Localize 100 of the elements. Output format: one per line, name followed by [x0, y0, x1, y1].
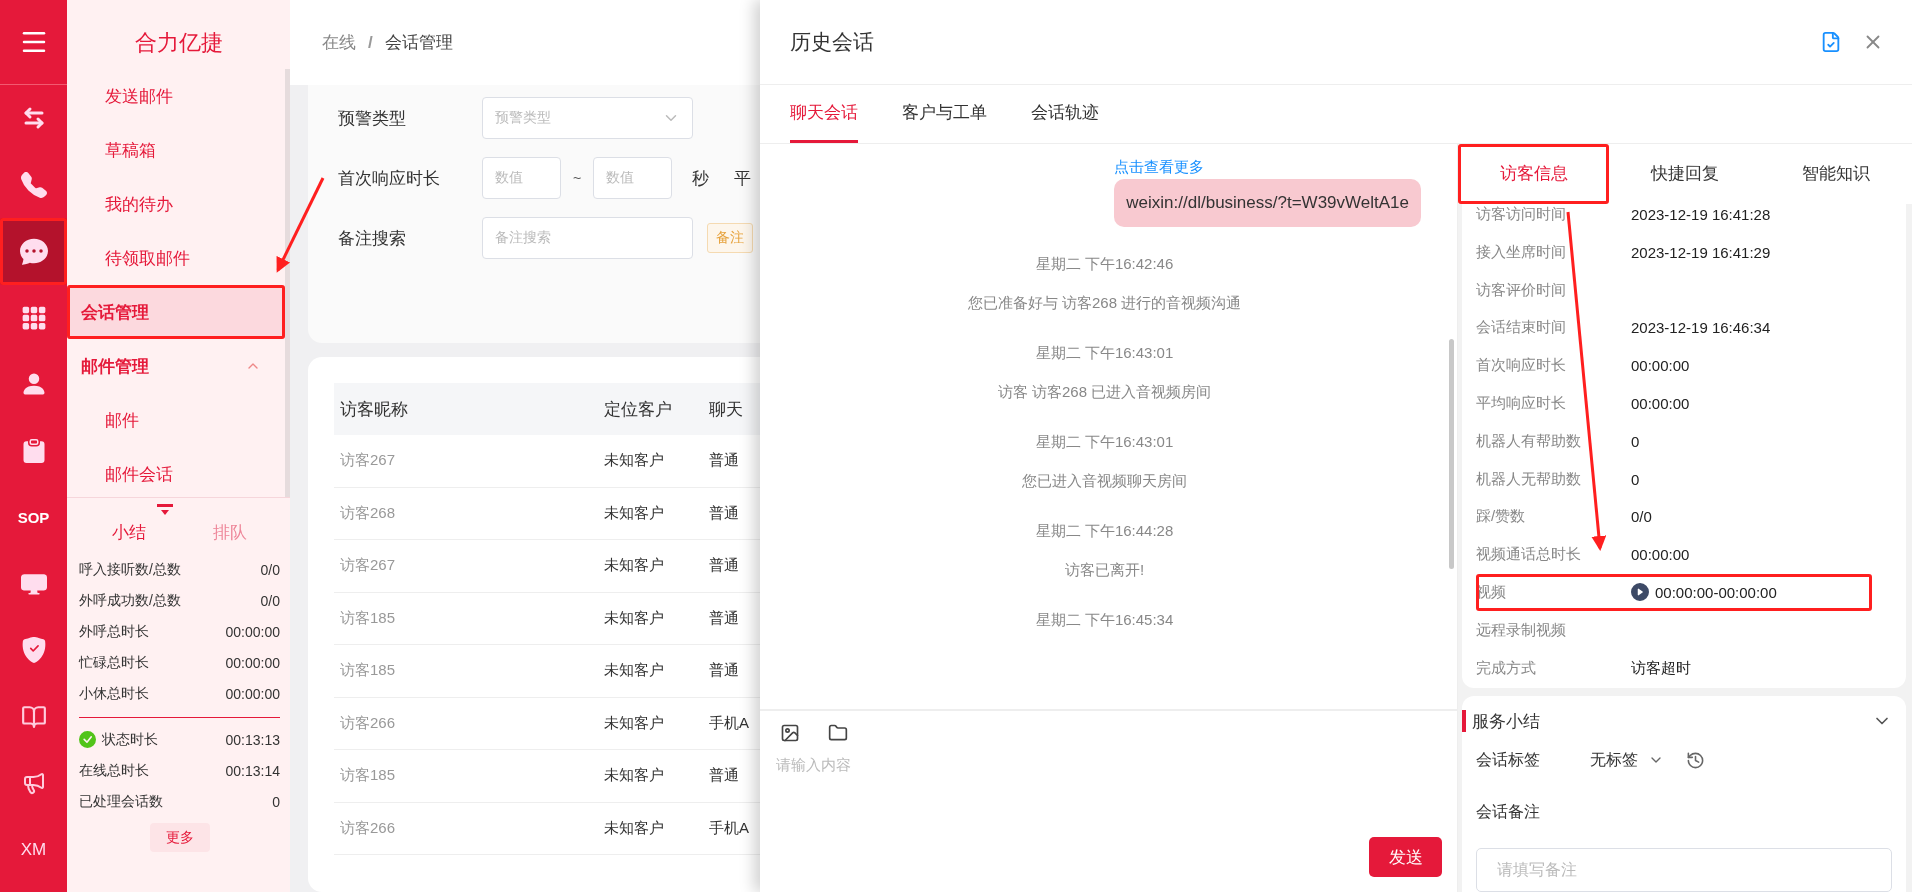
info-label: 平均响应时长 — [1476, 393, 1567, 413]
table-cell-text: 访客267 — [339, 451, 397, 471]
info-label: 访客评价时间 — [1476, 280, 1567, 300]
stat-value: 00:00:00 — [225, 654, 280, 671]
info-label: 踩/赞数 — [1476, 507, 1527, 527]
stat-label: 忙碌总时长 — [79, 653, 149, 672]
scrollbar-thumb[interactable] — [1449, 339, 1454, 569]
section-title: 服务小结 — [1472, 710, 1540, 733]
tab[interactable]: 快捷回复 — [1609, 144, 1761, 204]
menu-item[interactable]: 邮件管理 — [67, 339, 285, 393]
stat-label: 在线总时长 — [79, 761, 150, 780]
stat-label: 小休总时长 — [79, 684, 149, 703]
table-cell-text: 访客185 — [339, 661, 397, 681]
column-header: 聊天 — [709, 398, 743, 421]
info-label: 访客访问时间 — [1476, 204, 1567, 224]
tab[interactable]: 访客信息 — [1458, 144, 1610, 204]
rail-item[interactable]: XM — [0, 816, 67, 883]
table-cell-text: 未知客户 — [604, 661, 665, 681]
table-cell-text: 未知客户 — [604, 766, 665, 786]
table-cell-text: 未知客户 — [604, 556, 665, 576]
info-value: 0 — [1631, 432, 1640, 450]
table-cell-text: 未知客户 — [604, 713, 665, 733]
more-button[interactable]: 更多 — [149, 823, 210, 852]
table-cell: 普通 — [709, 766, 739, 786]
info-value: 00:00:00 — [1631, 394, 1690, 412]
tab[interactable]: 客户与工单 — [902, 85, 987, 143]
clipboard-icon — [21, 438, 46, 463]
play-icon[interactable] — [1631, 583, 1649, 602]
info-value: 2023-12-19 16:41:28 — [1631, 205, 1771, 223]
column-header: 访客昵称 — [339, 398, 409, 421]
breadcrumb-link[interactable]: 在线 — [322, 31, 356, 54]
stat-value: 0 — [272, 793, 280, 810]
info-label: 远程录制视频 — [1476, 620, 1567, 640]
stat-label: 呼入接听数/总数 — [79, 560, 181, 579]
menu-item[interactable]: 邮件 — [67, 393, 285, 447]
column-header: 定位客户 — [604, 398, 673, 421]
send-button[interactable]: 发送 — [1369, 837, 1442, 877]
breadcrumb-current: 会话管理 — [384, 32, 453, 54]
breadcrumb-separator: / — [368, 32, 373, 53]
range-separator: ~ — [573, 170, 582, 186]
history-icon[interactable] — [1686, 750, 1705, 770]
tag: 备注 — [707, 223, 753, 253]
summary-tab[interactable]: 小结 — [112, 520, 147, 544]
message-time: 星期二 下午16:43:01 — [1035, 433, 1174, 452]
stat-value: 0/0 — [260, 561, 280, 578]
load-more-link[interactable]: 点击查看更多 — [1114, 158, 1205, 177]
table-cell-text: 访客266 — [339, 818, 397, 838]
megaphone-icon — [21, 771, 46, 796]
table-cell-text: 未知客户 — [604, 503, 665, 523]
info-value: 00:00:00 — [1631, 546, 1690, 564]
table-cell: 手机A — [709, 713, 749, 733]
system-message: 您已进入音视频聊天房间 — [1022, 472, 1187, 491]
table-cell-text: 访客185 — [339, 608, 397, 628]
table-cell: 普通 — [709, 556, 739, 576]
info-value: 访客超时 — [1631, 658, 1691, 678]
menu-item[interactable]: 发送邮件 — [67, 69, 285, 123]
rail-item[interactable] — [0, 218, 67, 285]
filter-label: 平 — [734, 167, 752, 190]
table-cell-text: 访客266 — [339, 713, 397, 733]
stat-label: 已处理会话数 — [79, 792, 164, 811]
tab[interactable]: 智能知识 — [1760, 144, 1912, 204]
field-label: 会话标签 — [1476, 749, 1541, 770]
menu-item[interactable]: 会话管理 — [67, 285, 285, 339]
stat-label: 外呼成功数/总数 — [79, 591, 181, 610]
stat-value: 00:13:14 — [225, 762, 280, 779]
shield-icon — [20, 637, 47, 664]
table-cell-text: 访客268 — [339, 503, 397, 523]
field-label: 会话备注 — [1476, 801, 1541, 822]
video-link[interactable]: 00:00:00-00:00:00 — [1631, 583, 1777, 602]
book-icon — [20, 703, 47, 730]
table-cell-text: 访客267 — [339, 556, 397, 576]
info-value: 0 — [1631, 470, 1640, 488]
stat-value: 0/0 — [260, 592, 280, 609]
table-cell-text: 未知客户 — [604, 608, 665, 628]
filter-label: 首次响应时长 — [338, 167, 441, 190]
drawer-title: 历史会话 — [790, 29, 875, 55]
message-bubble: weixin://dl/business/?t=W39vWeltA1e — [1114, 179, 1421, 227]
table-cell: 普通 — [709, 503, 739, 523]
info-value: 0/0 — [1631, 508, 1652, 526]
message-time: 星期二 下午16:45:34 — [1035, 611, 1174, 630]
filter-label: 备注搜索 — [338, 227, 407, 250]
folder-icon[interactable] — [828, 723, 848, 743]
rail-item[interactable]: SOP — [0, 484, 67, 551]
menu-item[interactable]: 我的待办 — [67, 177, 285, 231]
tab[interactable]: 聊天会话 — [790, 85, 858, 143]
image-icon[interactable] — [780, 723, 800, 743]
info-value: 2023-12-19 16:41:29 — [1631, 243, 1771, 261]
filter-label: 预警类型 — [338, 107, 407, 130]
info-label: 完成方式 — [1476, 658, 1537, 678]
collapse-handle-icon[interactable] — [157, 504, 173, 516]
tag-select[interactable]: 无标签 — [1590, 749, 1664, 771]
menu-item[interactable]: 草稿箱 — [67, 123, 285, 177]
document-icon[interactable] — [1820, 31, 1842, 53]
table-cell: 普通 — [709, 451, 739, 471]
tab[interactable]: 会话轨迹 — [1031, 85, 1099, 143]
note-field[interactable]: 请填写备注 — [1476, 848, 1892, 892]
table-cell: 手机A — [709, 818, 749, 838]
menu-item[interactable]: 邮件会话 — [67, 447, 285, 497]
menu-item[interactable]: 待领取邮件 — [67, 231, 285, 285]
summary-tab[interactable]: 排队 — [212, 520, 247, 544]
